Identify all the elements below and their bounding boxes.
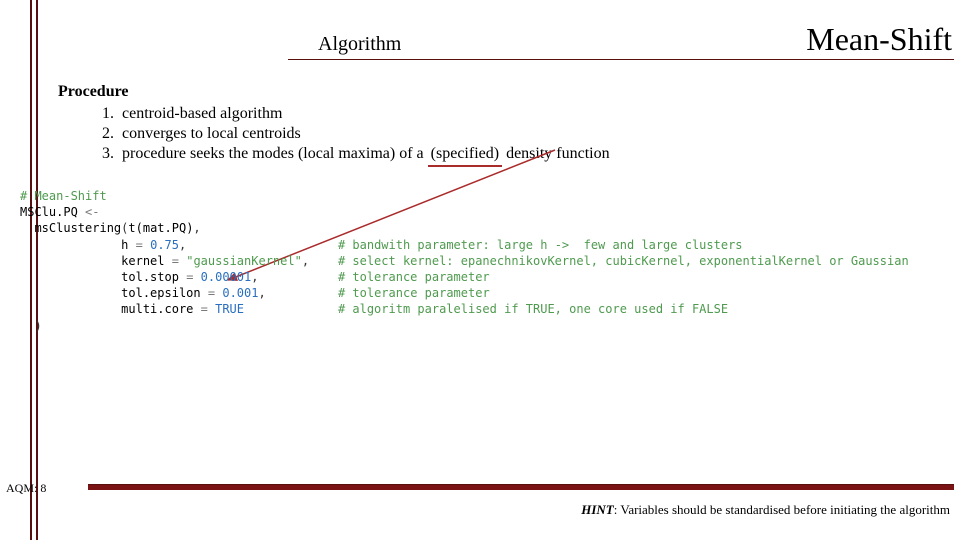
procedure-list: centroid-based algorithm converges to lo… — [58, 104, 960, 167]
content-area: Procedure centroid-based algorithm conve… — [50, 72, 960, 167]
highlight-specified: (specified) — [428, 144, 502, 167]
hint-label: HINT — [581, 502, 614, 517]
page-title: Mean-Shift — [806, 21, 952, 58]
algorithm-label: Algorithm — [318, 33, 401, 56]
hint-text: : Variables should be standardised befor… — [614, 502, 950, 517]
code-block: # Mean-Shift MSClu.PQ <- msClustering(t(… — [20, 188, 954, 334]
list-item: centroid-based algorithm — [118, 104, 960, 124]
list-item: converges to local centroids — [118, 124, 960, 144]
footer-hint: HINT: Variables should be standardised b… — [581, 502, 950, 518]
footer-divider — [88, 484, 954, 490]
list-item: procedure seeks the modes (local maxima)… — [118, 144, 960, 167]
procedure-heading: Procedure — [58, 82, 960, 102]
header-underline — [288, 59, 954, 60]
slide-header: Algorithm Mean-Shift — [50, 0, 960, 72]
slide-number: AQM: 8 — [6, 481, 46, 496]
